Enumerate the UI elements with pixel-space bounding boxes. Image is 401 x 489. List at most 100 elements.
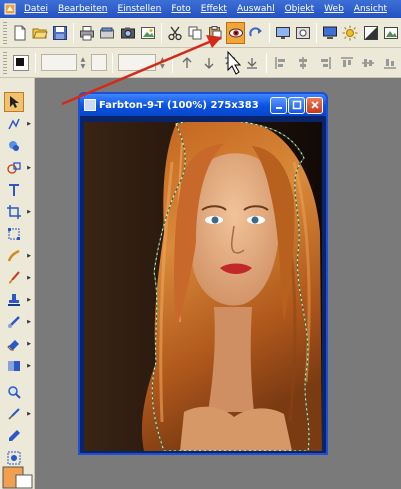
new-file-button[interactable]: [11, 22, 29, 44]
toolbar-grip[interactable]: [3, 21, 7, 44]
bring-to-front-icon: [225, 56, 236, 68]
red-eye-tool-button[interactable]: [226, 21, 245, 44]
minimize-button[interactable]: [270, 96, 287, 114]
crop-tool[interactable]: ▶: [4, 202, 31, 222]
width-field[interactable]: [40, 54, 77, 71]
retouch-tool[interactable]: ▶: [4, 312, 31, 332]
screen-capture-button[interactable]: [274, 22, 292, 44]
maximize-button[interactable]: [288, 96, 305, 114]
zoom-tool[interactable]: [4, 382, 24, 402]
camera-icon: [120, 27, 135, 38]
align-center-button[interactable]: [293, 52, 313, 74]
unit-dropdown[interactable]: [91, 54, 108, 71]
menu-auswahl[interactable]: Auswahl: [232, 4, 280, 14]
expand-arrow-icon[interactable]: ▶: [27, 121, 31, 127]
expand-arrow-icon[interactable]: ▶: [27, 253, 31, 259]
pen-tool[interactable]: [4, 426, 24, 446]
close-button[interactable]: [306, 96, 323, 114]
arrange-down-button[interactable]: [199, 52, 219, 74]
expand-arrow-icon[interactable]: ▶: [27, 341, 31, 347]
menu-effekt[interactable]: Effekt: [196, 4, 232, 14]
menu-foto[interactable]: Foto: [166, 4, 195, 14]
brightness-button[interactable]: [341, 22, 359, 44]
bring-to-front-button[interactable]: [221, 52, 241, 74]
document-title: Farbton-9-T (100%) 275x383: [99, 99, 259, 111]
monitor-button[interactable]: [321, 22, 339, 44]
camera-button[interactable]: [119, 22, 137, 44]
contrast-icon: [363, 25, 378, 40]
foreground-background-colors[interactable]: [2, 466, 34, 489]
redo-button[interactable]: [247, 22, 265, 44]
mask-icon: [7, 451, 21, 465]
color-swatch[interactable]: [12, 54, 29, 71]
stamp-tool[interactable]: ▶: [4, 290, 31, 310]
browse-button[interactable]: [139, 22, 157, 44]
eraser-tool[interactable]: ▶: [4, 334, 31, 354]
align-top-button[interactable]: [337, 52, 357, 74]
image-preview-button[interactable]: [294, 22, 312, 44]
width-spinner[interactable]: ▲ ▼: [79, 54, 88, 71]
height-field[interactable]: [118, 54, 156, 71]
save-button[interactable]: [51, 22, 69, 44]
lasso-icon: [8, 118, 20, 130]
lasso-tool[interactable]: ▶: [4, 114, 31, 134]
align-middle-button[interactable]: [358, 52, 378, 74]
cut-button[interactable]: [166, 22, 184, 44]
align-right-button[interactable]: [315, 52, 335, 74]
pointer-icon: [10, 96, 19, 108]
eyedropper-tool[interactable]: ▶: [4, 404, 31, 424]
brush-icon: [9, 271, 20, 284]
image-button[interactable]: [382, 22, 400, 44]
expand-arrow-icon[interactable]: ▶: [27, 275, 31, 281]
print-button[interactable]: [78, 22, 96, 44]
copy-button[interactable]: [186, 22, 204, 44]
shape-tool[interactable]: ▶: [4, 158, 31, 178]
folder-open-icon: [32, 28, 48, 38]
smudge-tool[interactable]: ▶: [4, 246, 31, 266]
scan-button[interactable]: [98, 22, 116, 44]
arrow-up-icon: [182, 56, 192, 68]
brush-tool[interactable]: ▶: [4, 268, 31, 288]
expand-arrow-icon[interactable]: ▶: [27, 209, 31, 215]
redo-icon: [249, 26, 262, 36]
gradient-fill-icon: [8, 361, 20, 371]
color-picker-icon: [2, 466, 33, 489]
magic-wand-tool[interactable]: [4, 136, 24, 156]
menu-web[interactable]: Web: [319, 4, 349, 14]
expand-arrow-icon[interactable]: ▶: [27, 411, 31, 417]
menu-ansicht[interactable]: Ansicht: [349, 4, 392, 14]
send-to-back-button[interactable]: [242, 52, 262, 74]
toolbar-grip[interactable]: [3, 51, 7, 74]
expand-arrow-icon[interactable]: ▶: [27, 363, 31, 369]
retouch-icon: [8, 316, 20, 328]
close-icon: [310, 101, 319, 109]
paste-button[interactable]: [206, 22, 224, 44]
align-left-button[interactable]: [271, 52, 291, 74]
text-tool[interactable]: [4, 180, 24, 200]
arrange-up-button[interactable]: [177, 52, 197, 74]
expand-arrow-icon[interactable]: ▶: [27, 165, 31, 171]
arrow-down-icon: [204, 57, 214, 69]
mask-tool[interactable]: [4, 448, 24, 468]
align-bottom-icon: [384, 58, 397, 68]
eyedropper-icon: [8, 408, 20, 420]
menu-bearbeiten[interactable]: Bearbeiten: [53, 4, 112, 14]
menu-einstellen[interactable]: Einstellen: [112, 4, 166, 14]
menu-objekt[interactable]: Objekt: [280, 4, 320, 14]
red-eye-tool-icon: [228, 28, 243, 37]
fill-tool[interactable]: ▶: [4, 356, 31, 376]
menu-datei[interactable]: Datei: [19, 4, 53, 14]
adjust-button[interactable]: [362, 22, 380, 44]
eraser-icon: [7, 340, 19, 351]
photo-browser-icon: [140, 26, 155, 39]
open-button[interactable]: [31, 22, 49, 44]
document-titlebar[interactable]: Farbton-9-T (100%) 275x383: [80, 94, 326, 116]
expand-arrow-icon[interactable]: ▶: [27, 319, 31, 325]
image-canvas[interactable]: [84, 122, 322, 451]
pointer-tool[interactable]: [4, 92, 24, 112]
expand-arrow-icon[interactable]: ▶: [27, 297, 31, 303]
transform-tool[interactable]: [4, 224, 24, 244]
document-window: Farbton-9-T (100%) 275x383: [78, 92, 328, 455]
align-bottom-button[interactable]: [380, 52, 400, 74]
height-spinner[interactable]: ▲ ▼: [158, 54, 167, 71]
